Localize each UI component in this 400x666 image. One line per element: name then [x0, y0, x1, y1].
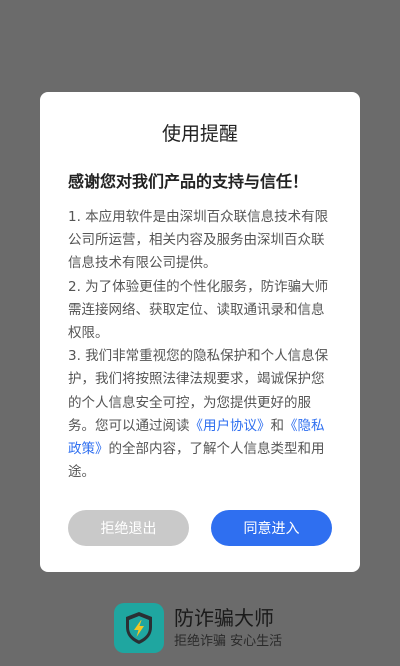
- reject-exit-button[interactable]: 拒绝退出: [68, 510, 189, 546]
- privacy-dialog: 使用提醒 感谢您对我们产品的支持与信任！ 1. 本应用软件是由深圳百众联信息技术…: [40, 92, 360, 572]
- brand-text: 防诈骗大师 拒绝诈骗 安心生活: [174, 605, 282, 651]
- terms-text: 1. 本应用软件是由深圳百众联信息技术有限公司所运营，相关内容及服务由深圳百众联…: [68, 206, 332, 484]
- brand-footer: 防诈骗大师 拒绝诈骗 安心生活: [114, 603, 282, 653]
- shield-lightning-icon: [114, 603, 164, 653]
- dialog-title: 使用提醒: [161, 123, 238, 145]
- terms-paragraph-3: 3. 我们非常重视您的隐私保护和个人信息保护，我们将按照法律法规要求，竭诚保护您…: [68, 345, 332, 484]
- app-name: 防诈骗大师: [174, 606, 274, 630]
- screen: 使用提醒 感谢您对我们产品的支持与信任！ 1. 本应用软件是由深圳百众联信息技术…: [0, 0, 400, 666]
- terms-paragraph-1: 1. 本应用软件是由深圳百众联信息技术有限公司所运营，相关内容及服务由深圳百众联…: [68, 209, 329, 272]
- dialog-subtitle: 感谢您对我们产品的支持与信任！: [68, 172, 309, 191]
- terms-paragraph-2: 2. 为了体验更佳的个性化服务，防诈骗大师需连接网络、获取定位、读取通讯录和信息…: [68, 278, 329, 342]
- app-slogan: 拒绝诈骗 安心生活: [174, 634, 283, 649]
- dialog-buttons: 拒绝退出 同意进入: [68, 510, 332, 546]
- terms-paragraph-3-and: 和: [270, 417, 285, 434]
- user-agreement-link[interactable]: 《用户协议》: [190, 418, 271, 434]
- agree-enter-button[interactable]: 同意进入: [211, 510, 332, 546]
